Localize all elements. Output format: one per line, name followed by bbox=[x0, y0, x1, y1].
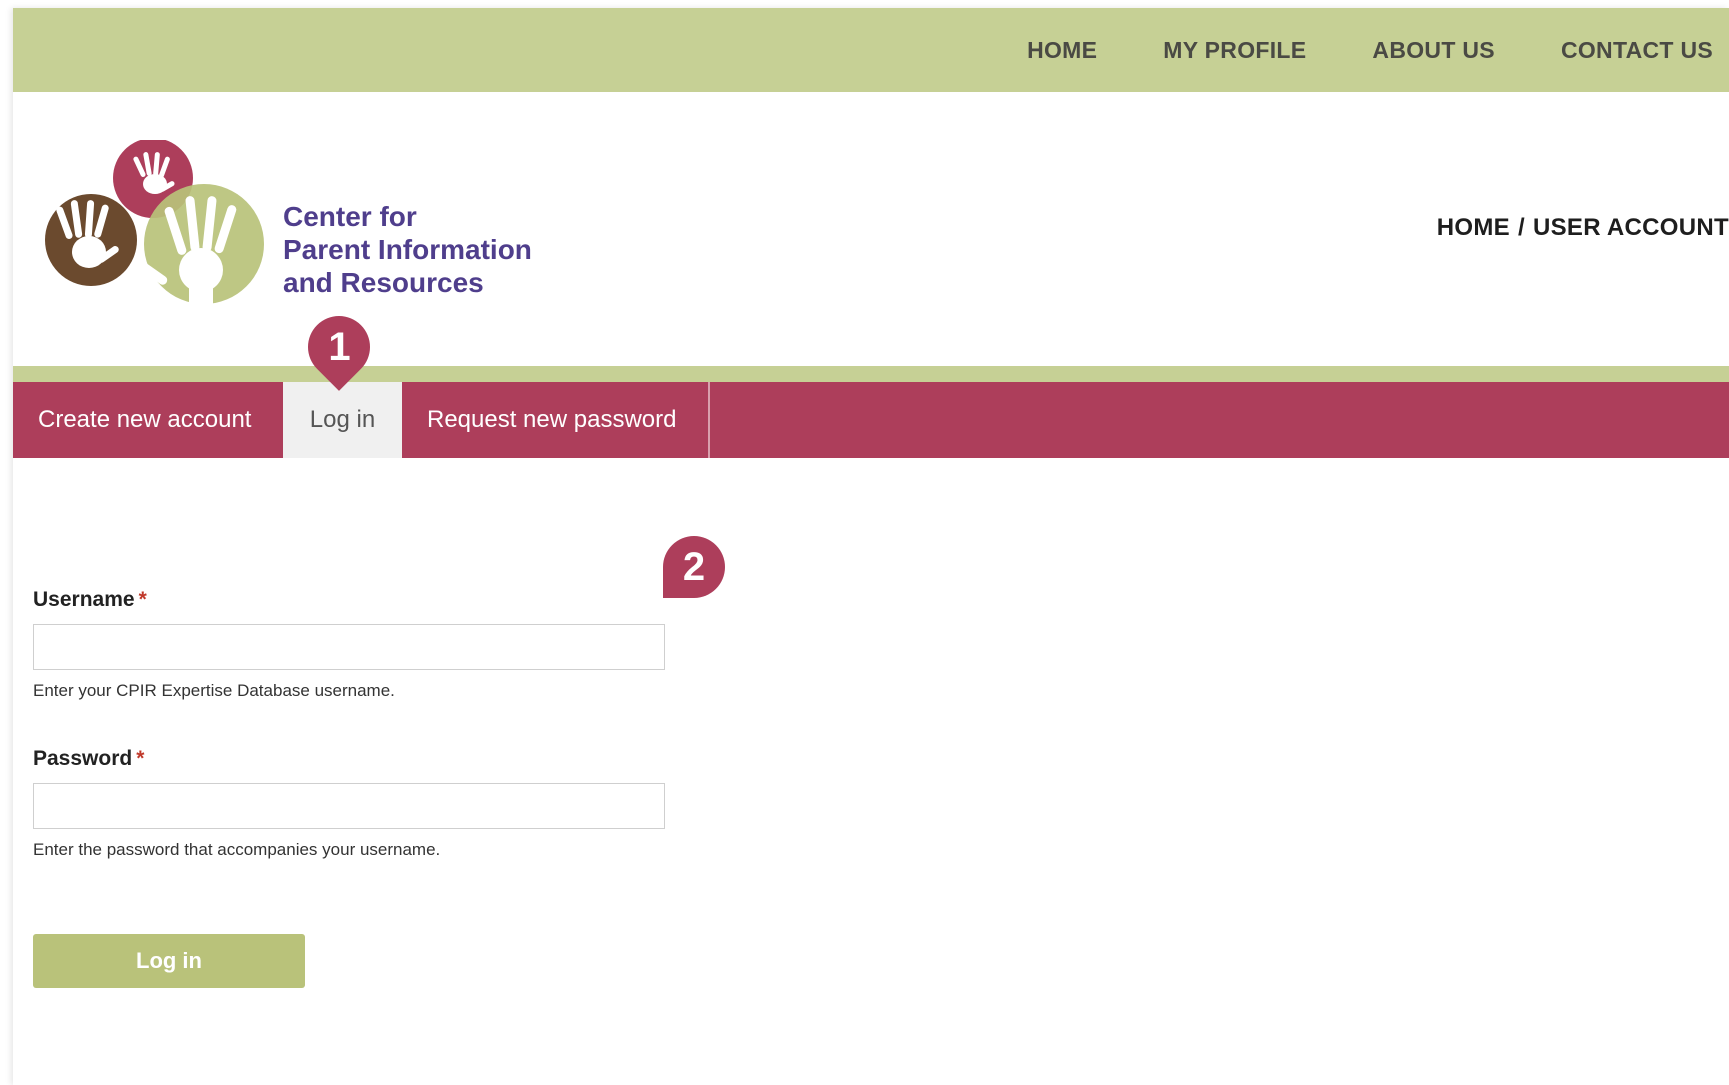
page: HOME MY PROFILE ABOUT US CONTACT US Cent… bbox=[13, 8, 1729, 1085]
password-help-text: Enter the password that accompanies your… bbox=[33, 840, 441, 859]
callout-marker-2: 2 bbox=[663, 536, 725, 598]
login-button[interactable]: Log in bbox=[33, 934, 305, 988]
breadcrumb-current: USER ACCOUNT bbox=[1532, 214, 1729, 241]
breadcrumb-separator: / bbox=[1517, 214, 1525, 241]
password-input[interactable] bbox=[33, 783, 665, 829]
breadcrumb: HOME / USER ACCOUNT bbox=[1437, 214, 1729, 242]
org-name-line-1: Center for bbox=[283, 201, 417, 232]
hands-logo-icon[interactable] bbox=[31, 140, 281, 315]
username-required-mark: * bbox=[138, 588, 147, 611]
callout-number-1: 1 bbox=[327, 324, 351, 369]
nav-my-profile[interactable]: MY PROFILE bbox=[1163, 37, 1306, 64]
password-required-mark: * bbox=[136, 747, 145, 770]
password-group: Password * Enter the password that accomp… bbox=[33, 747, 665, 860]
tab-request-new-password[interactable]: Request new password bbox=[402, 382, 710, 458]
breadcrumb-home[interactable]: HOME bbox=[1437, 214, 1510, 241]
password-label: Password * bbox=[33, 747, 665, 771]
callout-number-2: 2 bbox=[682, 544, 706, 589]
tab-log-in[interactable]: Log in bbox=[283, 382, 402, 458]
username-input[interactable] bbox=[33, 624, 665, 670]
username-help-text: Enter your CPIR Expertise Database usern… bbox=[33, 681, 395, 700]
org-name-line-2: Parent Information bbox=[283, 234, 532, 265]
login-form: Username * Enter your CPIR Expertise Data… bbox=[33, 588, 665, 988]
username-label-text: Username bbox=[33, 588, 135, 611]
account-tabs: Create new account Log in Request new pa… bbox=[13, 382, 1729, 458]
password-label-text: Password bbox=[33, 747, 133, 770]
username-label: Username * bbox=[33, 588, 665, 612]
org-name[interactable]: Center for Parent Information and Resour… bbox=[283, 200, 532, 299]
tab-divider bbox=[13, 366, 1729, 382]
nav-contact-us[interactable]: CONTACT US bbox=[1561, 37, 1713, 64]
top-bar: HOME MY PROFILE ABOUT US CONTACT US bbox=[13, 8, 1729, 92]
nav-about-us[interactable]: ABOUT US bbox=[1372, 37, 1495, 64]
top-nav: HOME MY PROFILE ABOUT US CONTACT US bbox=[1027, 8, 1729, 92]
tab-create-new-account[interactable]: Create new account bbox=[13, 382, 283, 458]
nav-home[interactable]: HOME bbox=[1027, 37, 1097, 64]
org-name-line-3: and Resources bbox=[283, 267, 484, 298]
